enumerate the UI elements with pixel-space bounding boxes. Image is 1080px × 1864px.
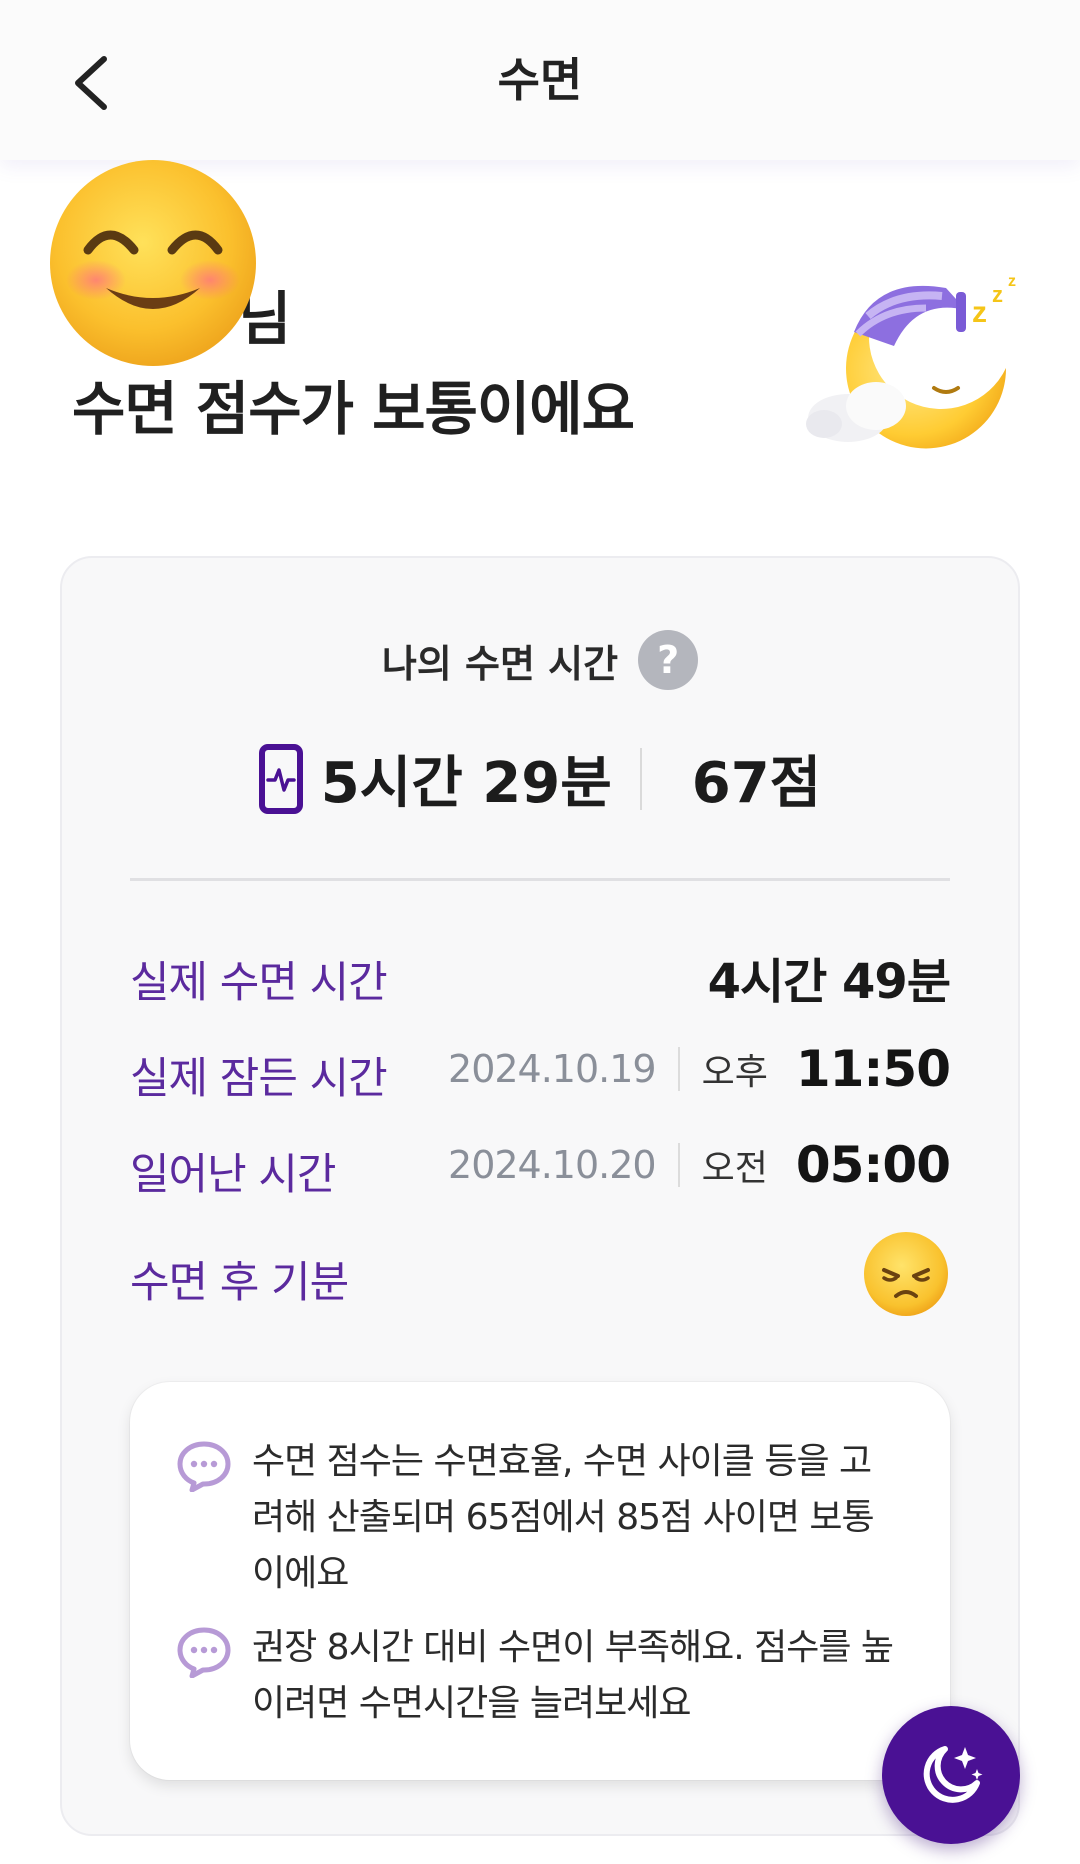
sleep-score-headline: 수면 점수가 보통이에요: [72, 375, 635, 443]
fell-asleep-values: 2024.10.19 오후 11:50: [448, 1034, 951, 1104]
moon-stars-icon: [923, 1746, 983, 1803]
woke-up-values: 2024.10.20 오전 05:00: [448, 1130, 951, 1200]
fell-asleep-date: 2024.10.19: [448, 1047, 657, 1091]
chat-bubble-icon: [177, 1627, 231, 1678]
sleep-summary: 5시간 29분 67점: [0, 738, 1080, 819]
sleep-score: 67점: [691, 751, 822, 816]
tip-text: 권장 8시간 대비 수면이 부족해요. 점수를 높이려면 수면시간을 늘려보세요: [252, 1627, 894, 1724]
row-divider: [677, 1143, 680, 1187]
card-title: 나의 수면 시간: [381, 641, 619, 686]
fell-asleep-label: 실제 잠든 시간: [130, 1054, 388, 1104]
woke-up-date: 2024.10.20: [448, 1143, 657, 1187]
actual-sleep-label: 실제 수면 시간: [130, 958, 388, 1008]
page-title: 수면: [497, 53, 583, 107]
actual-sleep-value: 4시간 49분: [707, 954, 951, 1010]
smiling-face-icon: [50, 160, 256, 366]
mood-label: 수면 후 기분: [130, 1258, 349, 1308]
fell-asleep-time: 11:50: [795, 1040, 951, 1098]
svg-text:z: z: [992, 282, 1003, 307]
top-app-bar: 수면: [0, 0, 1080, 160]
fell-asleep-ampm: 오후: [701, 1052, 768, 1093]
tip-text: 수면 점수는 수면효율, 수면 사이클 등을 고려해 산출되며 65점에서 85…: [252, 1441, 875, 1594]
question-icon[interactable]: ?: [638, 630, 699, 690]
svg-text:z: z: [972, 296, 987, 329]
summary-divider: [639, 747, 642, 810]
woke-up-ampm: 오전: [701, 1148, 768, 1189]
sleeping-moon-icon: z z z: [806, 273, 1016, 449]
woke-up-time: 05:00: [795, 1136, 951, 1194]
mood-row: 수면 후 기분: [130, 1232, 950, 1316]
fell-asleep-row: 실제 잠든 시간 2024.10.19 오후 11:50: [130, 1034, 951, 1104]
row-divider: [677, 1047, 680, 1091]
card-title-row: 나의 수면 시간 ?: [0, 630, 1080, 690]
total-sleep-duration: 5시간 29분: [320, 751, 612, 816]
phone-heartbeat-icon: [258, 743, 303, 814]
tired-face-icon[interactable]: [862, 1230, 950, 1318]
sleep-tips-box: 수면 점수는 수면효율, 수면 사이클 등을 고려해 산출되며 65점에서 85…: [130, 1382, 950, 1780]
woke-up-label: 일어난 시간: [130, 1150, 336, 1200]
sleep-mode-fab[interactable]: [882, 1706, 1020, 1844]
actual-sleep-row: 실제 수면 시간 4시간 49분: [130, 938, 951, 1010]
chat-bubble-icon: [177, 1441, 231, 1492]
woke-up-row: 일어난 시간 2024.10.20 오전 05:00: [130, 1130, 951, 1200]
card-divider: [130, 878, 950, 881]
svg-text:z: z: [1008, 273, 1016, 290]
